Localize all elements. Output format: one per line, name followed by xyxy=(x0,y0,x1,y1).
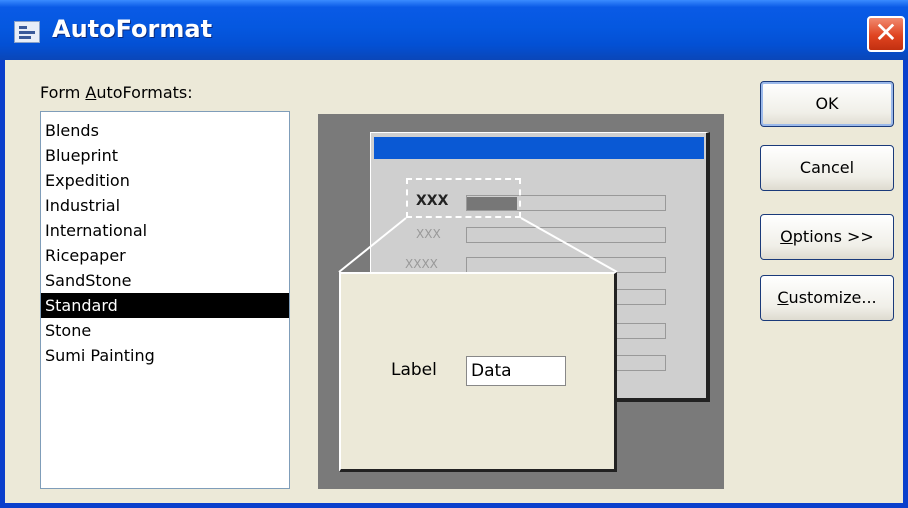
title-bar[interactable]: AutoFormat ✕ xyxy=(0,0,908,60)
list-item[interactable]: Blends xyxy=(41,118,289,143)
list-item[interactable]: Industrial xyxy=(41,193,289,218)
list-item[interactable]: Ricepaper xyxy=(41,243,289,268)
zoomed-control-preview: Label Data xyxy=(339,272,617,472)
list-item[interactable]: Stone xyxy=(41,318,289,343)
list-item[interactable]: Expedition xyxy=(41,168,289,193)
list-item-selected[interactable]: Standard xyxy=(41,293,289,318)
list-item[interactable]: Sumi Painting xyxy=(41,343,289,368)
list-label: Form AutoFormats: xyxy=(40,83,193,102)
close-icon[interactable]: ✕ xyxy=(867,16,905,52)
zoom-data-box: Data xyxy=(466,356,566,386)
zoom-label: Label xyxy=(391,360,437,380)
cancel-button[interactable]: Cancel xyxy=(760,145,894,191)
options-button[interactable]: Options >> xyxy=(760,214,894,260)
list-item[interactable]: International xyxy=(41,218,289,243)
customize-button[interactable]: Customize... xyxy=(760,275,894,321)
ok-button[interactable]: OK xyxy=(760,81,894,127)
window-title: AutoFormat xyxy=(52,15,213,43)
autoformat-list[interactable]: Blends Blueprint Expedition Industrial I… xyxy=(40,111,290,489)
format-preview: XXX XXX XXXX Label Data xyxy=(318,114,724,489)
form-icon xyxy=(14,21,40,43)
autoformat-dialog: AutoFormat ✕ Form AutoFormats: Blends Bl… xyxy=(0,0,908,508)
list-item[interactable]: Blueprint xyxy=(41,143,289,168)
list-item[interactable]: SandStone xyxy=(41,268,289,293)
